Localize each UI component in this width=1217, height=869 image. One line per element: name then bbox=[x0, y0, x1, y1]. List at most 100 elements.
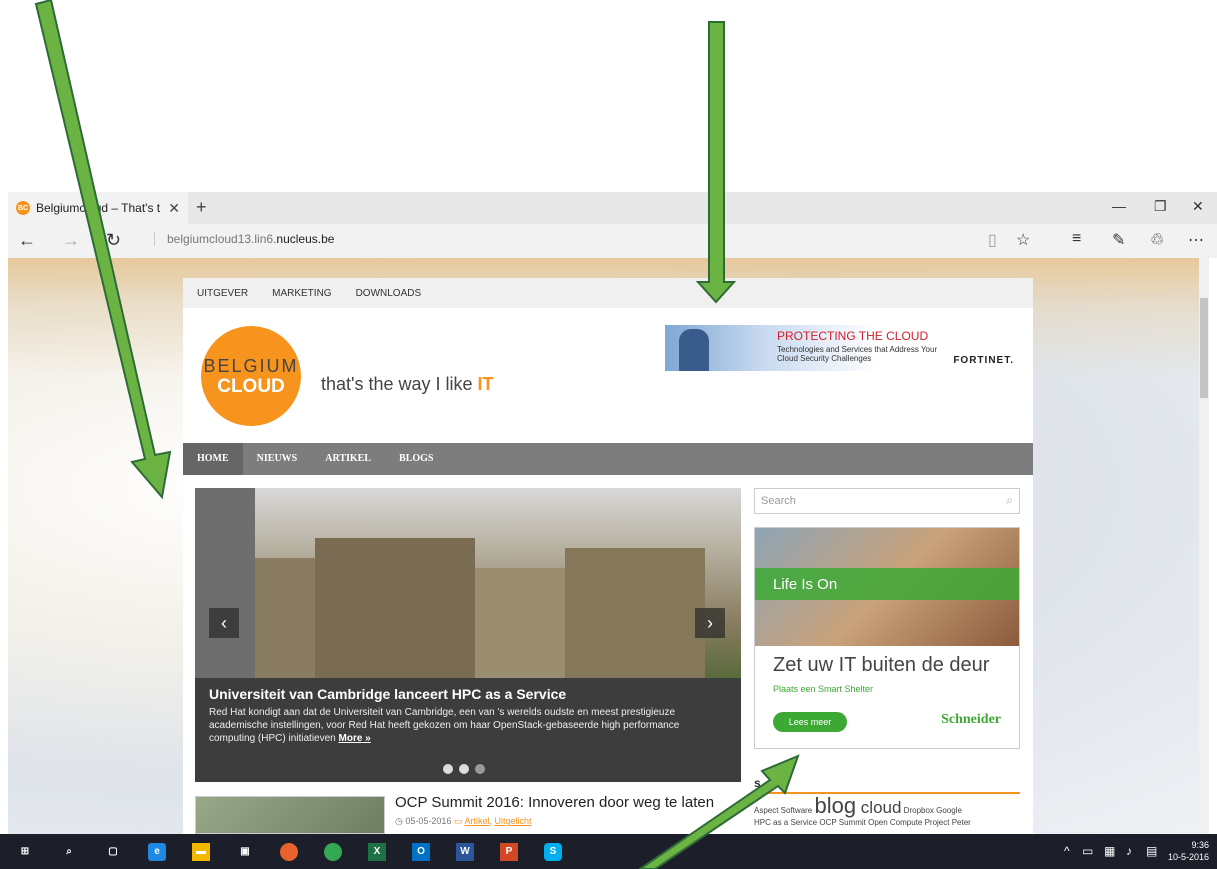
site-logo[interactable]: BELGIUM CLOUD bbox=[201, 326, 301, 426]
tags-heading: s bbox=[754, 776, 761, 790]
post-category-artikel[interactable]: Artikel bbox=[464, 816, 489, 826]
skype-icon[interactable]: S bbox=[544, 843, 562, 861]
slider-dot[interactable] bbox=[459, 764, 469, 774]
reading-view-icon[interactable]: ▯ bbox=[988, 230, 997, 250]
firefox-icon[interactable] bbox=[280, 843, 298, 861]
close-icon[interactable]: ✕ bbox=[1192, 198, 1204, 215]
banner-title: PROTECTING THE CLOUD bbox=[777, 329, 929, 343]
share-icon[interactable]: ♲ bbox=[1150, 230, 1164, 250]
ad-button[interactable]: Lees meer bbox=[773, 712, 847, 732]
restore-icon[interactable]: ❐ bbox=[1154, 198, 1167, 215]
web-note-icon[interactable]: ✎ bbox=[1112, 230, 1125, 250]
clock-date: 10-5-2016 bbox=[1167, 852, 1209, 862]
favorite-star-icon[interactable]: ☆ bbox=[1016, 230, 1030, 250]
main-nav-item-nieuws[interactable]: NIEUWS bbox=[243, 443, 312, 475]
powerpoint-icon[interactable]: P bbox=[500, 843, 518, 861]
url-field[interactable]: belgiumcloud13.lin6.nucleus.be bbox=[154, 232, 334, 246]
address-bar: ← → ↻ belgiumcloud13.lin6.nucleus.be ▯ ☆… bbox=[8, 224, 1217, 258]
banner-person-image bbox=[679, 329, 709, 371]
main-nav-item-home[interactable]: HOME bbox=[183, 443, 243, 475]
outlook-icon[interactable]: O bbox=[412, 843, 430, 861]
search-taskbar-icon[interactable]: ⌕ bbox=[60, 843, 78, 861]
network-icon[interactable]: ▦ bbox=[1104, 844, 1115, 858]
main-nav: HOME NIEUWS ARTIKEL BLOGS bbox=[183, 443, 1033, 475]
back-arrow-icon[interactable]: ← bbox=[18, 230, 36, 251]
tab-title: Belgiumcloud – That's t bbox=[36, 201, 161, 215]
search-input[interactable]: Search ⌕ bbox=[754, 488, 1020, 514]
store-icon[interactable]: ▣ bbox=[236, 843, 254, 861]
minimize-icon[interactable]: — bbox=[1112, 198, 1126, 214]
chrome-icon[interactable] bbox=[324, 843, 342, 861]
volume-icon[interactable]: ♪ bbox=[1126, 844, 1132, 858]
slide-title[interactable]: Universiteit van Cambridge lanceert HPC … bbox=[209, 686, 727, 702]
main-nav-item-blogs[interactable]: BLOGS bbox=[385, 443, 447, 475]
tag-cloud: Aspect Software blog cloud Dropbox Googl… bbox=[754, 795, 1020, 829]
new-tab-icon[interactable]: + bbox=[196, 197, 207, 218]
ad-band: Life Is On bbox=[755, 568, 1019, 600]
top-nav-item-downloads[interactable]: DOWNLOADS bbox=[356, 288, 422, 299]
slide-more-link[interactable]: More » bbox=[339, 733, 371, 744]
clock-icon: ◷ bbox=[395, 816, 403, 826]
tags-divider bbox=[754, 792, 1020, 794]
site-header: BELGIUM CLOUD that's the way I like IT P… bbox=[183, 308, 1033, 443]
tray-chevron-icon[interactable]: ^ bbox=[1064, 844, 1070, 858]
web-page: UITGEVER MARKETING DOWNLOADS BELGIUM CLO… bbox=[8, 258, 1209, 834]
slider-next-icon[interactable]: › bbox=[695, 608, 725, 638]
notifications-icon[interactable]: ▤ bbox=[1146, 844, 1157, 858]
windows-taskbar: ⊞ ⌕ ▢ e ▬ ▣ X O W P S ^ ▭ ▦ ♪ ▤ 9:36 10-… bbox=[0, 834, 1217, 869]
post-date: 05-05-2016 bbox=[405, 816, 452, 826]
forward-arrow-icon[interactable]: → bbox=[62, 230, 80, 251]
site-tagline: that's the way I like IT bbox=[321, 374, 494, 394]
main-nav-item-artikel[interactable]: ARTIKEL bbox=[311, 443, 385, 475]
task-view-icon[interactable]: ▢ bbox=[104, 843, 122, 861]
tab-close-icon[interactable]: ✕ bbox=[168, 200, 180, 217]
site-container: UITGEVER MARKETING DOWNLOADS BELGIUM CLO… bbox=[183, 278, 1033, 834]
tag[interactable]: blog bbox=[814, 793, 856, 818]
scroll-thumb[interactable] bbox=[1200, 298, 1208, 398]
start-icon[interactable]: ⊞ bbox=[16, 843, 34, 861]
slider-prev-icon[interactable]: ‹ bbox=[209, 608, 239, 638]
top-nav-item-marketing[interactable]: MARKETING bbox=[272, 288, 331, 299]
browser-tab[interactable]: BC Belgiumcloud – That's t ✕ bbox=[8, 192, 188, 224]
explorer-icon[interactable]: ▬ bbox=[192, 843, 210, 861]
hub-icon[interactable]: ≡ bbox=[1072, 230, 1081, 248]
more-icon[interactable]: ⋯ bbox=[1188, 230, 1204, 250]
post-title[interactable]: OCP Summit 2016: Innoveren door weg te l… bbox=[395, 794, 714, 811]
site-favicon-icon: BC bbox=[16, 201, 30, 215]
tag[interactable]: Dropbox Google bbox=[901, 806, 962, 815]
slide-text: Red Hat kondigt aan dat de Universiteit … bbox=[209, 707, 680, 744]
edge-icon[interactable]: e bbox=[148, 843, 166, 861]
tab-bar: BC Belgiumcloud – That's t ✕ + — ❐ ✕ bbox=[8, 192, 1217, 224]
fortinet-banner-ad[interactable]: PROTECTING THE CLOUD Technologies and Se… bbox=[665, 325, 1020, 371]
schneider-ad[interactable]: Life Is On Zet uw IT buiten de deur Plaa… bbox=[754, 527, 1020, 749]
search-placeholder: Search bbox=[761, 495, 796, 507]
ad-headline: Zet uw IT buiten de deur bbox=[773, 654, 990, 676]
top-nav-item-uitgever[interactable]: UITGEVER bbox=[197, 288, 248, 299]
word-icon[interactable]: W bbox=[456, 843, 474, 861]
slider-dot[interactable] bbox=[443, 764, 453, 774]
tag[interactable]: Aspect Software bbox=[754, 806, 814, 815]
logo-line2: CLOUD bbox=[217, 376, 285, 397]
page-scrollbar[interactable] bbox=[1199, 258, 1209, 834]
refresh-icon[interactable]: ↻ bbox=[106, 230, 121, 251]
taskbar-clock[interactable]: 9:36 10-5-2016 bbox=[1168, 839, 1209, 863]
folder-icon: ▭ bbox=[453, 816, 463, 826]
slide-image[interactable] bbox=[195, 488, 741, 678]
slider-dot[interactable] bbox=[475, 764, 485, 774]
screen: BC Belgiumcloud – That's t ✕ + — ❐ ✕ ← →… bbox=[0, 0, 1217, 869]
banner-brand: FORTINET. bbox=[953, 355, 1014, 366]
clock-time: 9:36 bbox=[1191, 840, 1209, 850]
post-category-uitgelicht[interactable]: Uitgelicht bbox=[495, 816, 532, 826]
logo-line1: BELGIUM bbox=[203, 356, 299, 376]
tag[interactable]: cloud bbox=[856, 798, 902, 817]
ad-subline: Plaats een Smart Shelter bbox=[773, 684, 874, 694]
battery-icon[interactable]: ▭ bbox=[1082, 844, 1093, 858]
post-thumbnail[interactable] bbox=[195, 796, 385, 834]
search-icon[interactable]: ⌕ bbox=[1006, 493, 1013, 508]
excel-icon[interactable]: X bbox=[368, 843, 386, 861]
featured-slider: ‹ › Universiteit van Cambridge lanceert … bbox=[195, 488, 741, 782]
top-nav: UITGEVER MARKETING DOWNLOADS bbox=[183, 278, 1033, 308]
post-meta: ◷ 05-05-2016 ▭ Artikel, Uitgelicht bbox=[395, 816, 532, 826]
banner-subtitle: Technologies and Services that Address Y… bbox=[777, 345, 938, 363]
tag[interactable]: HPC as a Service OCP Summit Open Compute… bbox=[754, 818, 971, 827]
